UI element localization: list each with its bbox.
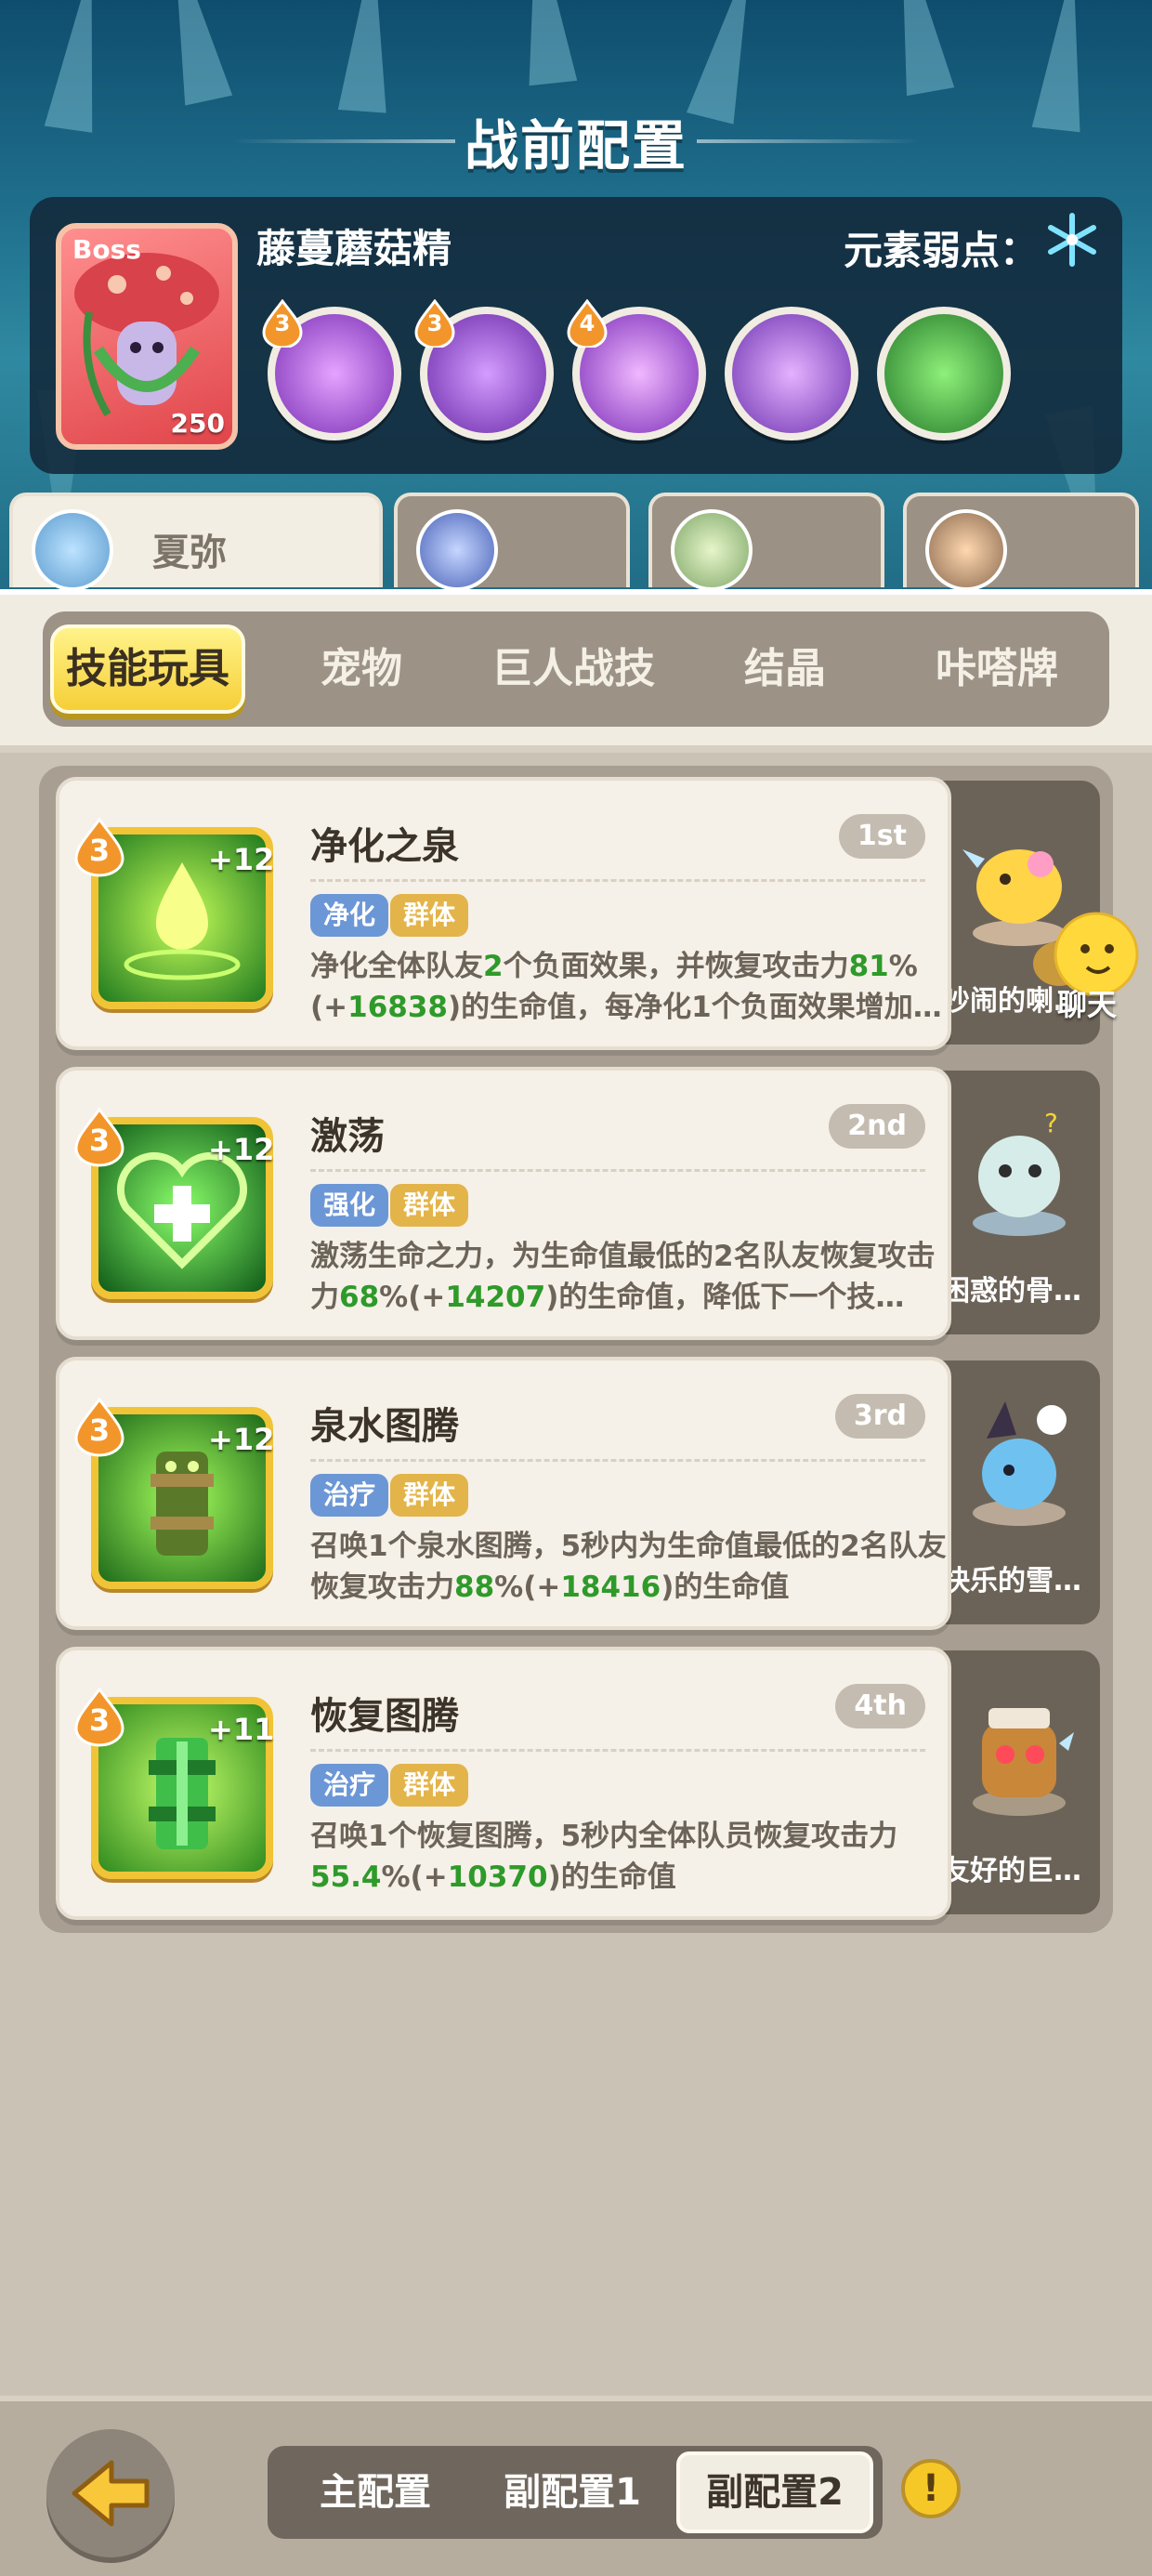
element-weakness-label: 元素弱点： <box>843 228 1039 273</box>
tab-skill-toys[interactable]: 技能玩具 <box>50 624 245 714</box>
boss-skill-orb[interactable]: 3 <box>262 299 401 440</box>
skill-tag: 群体 <box>390 894 469 937</box>
pet-giant-robot-icon <box>973 1708 1074 1816</box>
pet-slot[interactable]: ? 困惑的骨… <box>931 1071 1100 1334</box>
skill-card[interactable]: 3 +11 恢复图腾 4th 治疗 群体 召唤1个恢复图腾，5秒内全体队员恢复攻… <box>56 1647 951 1920</box>
bottom-bar: 主配置 副配置1 副配置2 ! <box>0 2396 1152 2576</box>
tab-sub-config-2[interactable]: 副配置2 <box>676 2451 873 2533</box>
skill-tag: 治疗 <box>310 1474 389 1517</box>
page-title: 战前配置 <box>464 114 687 177</box>
pet-slot[interactable]: 快乐的雪… <box>931 1360 1100 1624</box>
boss-level: 250 <box>170 408 225 439</box>
skill-description: 召唤1个泉水图腾，5秒内为生命值最低的2名队友恢复攻击力88%(+18416)的… <box>310 1530 947 1604</box>
character-tab[interactable] <box>648 493 884 591</box>
tab-main-config[interactable]: 主配置 <box>277 2451 474 2533</box>
info-warning-button[interactable]: ! <box>901 2459 961 2518</box>
skill-description: 激荡生命之力，为生命值最低的2名队友恢复攻击力68%(+14207)的生命值，降… <box>310 1240 936 1314</box>
skill-level: 3 <box>88 1702 111 1738</box>
pet-snow-creature-icon <box>973 1401 1067 1526</box>
category-tab-bar: 技能玩具 宠物 巨人战技 结晶 咔嗒牌 <box>0 589 1152 753</box>
snowflake-icon[interactable] <box>1042 210 1102 269</box>
pet-name: 快乐的雪… <box>942 1565 1081 1597</box>
svg-text:?: ? <box>1044 1108 1058 1138</box>
boss-tag: Boss <box>72 234 141 265</box>
skill-plus: +11 <box>208 1712 275 1747</box>
pet-name: 友好的巨… <box>942 1855 1081 1887</box>
back-button[interactable] <box>46 2429 175 2557</box>
character-tab[interactable] <box>903 493 1139 591</box>
skill-description: 召唤1个恢复图腾，5秒内全体队员恢复攻击力55.4%(+10370)的生命值 <box>310 1820 898 1894</box>
avatar <box>925 509 1007 591</box>
rank-badge: 2nd <box>829 1104 925 1149</box>
skill-tag: 净化 <box>310 894 389 937</box>
boss-portrait[interactable]: Boss 250 <box>56 223 238 450</box>
skill-tag: 群体 <box>390 1184 469 1227</box>
pet-slot[interactable]: 友好的巨… <box>931 1650 1100 1914</box>
boss-name: 藤蔓蘑菇精 <box>256 226 452 271</box>
rank-badge: 1st <box>838 814 925 859</box>
tab-sub-config-1[interactable]: 副配置1 <box>474 2451 671 2533</box>
orb-level: 3 <box>426 310 443 336</box>
tab-pets[interactable]: 宠物 <box>264 624 459 714</box>
avatar <box>671 509 753 591</box>
skill-title: 激荡 <box>310 1115 385 1158</box>
skill-card[interactable]: 3 +12 净化之泉 1st 净化 群体 净化全体队友2个负面效果，并恢复攻击力… <box>56 777 951 1050</box>
skill-description: 净化全体队友2个负面效果，并恢复攻击力81%(+16838)的生命值，每净化1个… <box>310 950 942 1024</box>
pet-bone-creature-icon: ? <box>973 1108 1066 1236</box>
skill-tag: 治疗 <box>310 1764 389 1807</box>
skill-card[interactable]: 3 +12 激荡 2nd 强化 群体 激荡生命之力，为生命值最低的2名队友恢复攻… <box>56 1067 951 1340</box>
skill-level: 3 <box>88 1413 111 1448</box>
boss-skill-orb[interactable] <box>725 307 858 440</box>
tab-giant-skills[interactable]: 巨人战技 <box>476 624 671 714</box>
skill-tag: 群体 <box>390 1474 469 1517</box>
skill-title: 泉水图腾 <box>310 1405 459 1448</box>
character-tab[interactable] <box>394 493 630 591</box>
skill-plus: +12 <box>208 1422 275 1457</box>
pet-name: 困惑的骨… <box>942 1275 1081 1308</box>
character-name: 夏弥 <box>152 532 227 574</box>
skill-title: 净化之泉 <box>310 825 459 868</box>
tab-kada-cards[interactable]: 咔嗒牌 <box>899 624 1094 714</box>
skill-tag: 群体 <box>390 1764 469 1807</box>
orb-level: 3 <box>274 310 291 336</box>
boss-skill-orb[interactable]: 4 <box>567 299 706 440</box>
skill-level: 3 <box>88 1123 111 1158</box>
skill-list: 吵闹的喇… 3 +12 净化之泉 1st 净化 群体 净化全体队友2个负面效果，… <box>39 766 1113 1933</box>
config-switcher: 主配置 副配置1 副配置2 <box>268 2446 883 2539</box>
back-arrow-icon <box>72 2460 150 2527</box>
avatar <box>416 509 498 591</box>
tab-crystals[interactable]: 结晶 <box>687 624 883 714</box>
rank-badge: 4th <box>835 1684 925 1728</box>
skill-tag: 强化 <box>310 1184 389 1227</box>
avatar <box>32 509 113 591</box>
boss-info-panel: Boss 250 藤蔓蘑菇精 元素弱点： 3 3 4 <box>30 197 1122 474</box>
rank-badge: 3rd <box>834 1394 925 1439</box>
boss-skill-orb[interactable]: 3 <box>414 299 554 440</box>
character-tab[interactable]: 夏弥 <box>9 493 383 591</box>
orb-level: 4 <box>579 310 596 336</box>
skill-plus: +12 <box>208 1132 275 1167</box>
skill-plus: +12 <box>208 842 275 877</box>
skill-title: 恢复图腾 <box>310 1695 459 1738</box>
skill-card[interactable]: 3 +12 泉水图腾 3rd 治疗 群体 召唤1个泉水图腾，5秒内为生命值最低的… <box>56 1357 951 1630</box>
boss-skill-orb[interactable] <box>877 307 1011 440</box>
chat-label[interactable]: 聊天 <box>1057 981 1117 1024</box>
skill-level: 3 <box>88 833 111 868</box>
